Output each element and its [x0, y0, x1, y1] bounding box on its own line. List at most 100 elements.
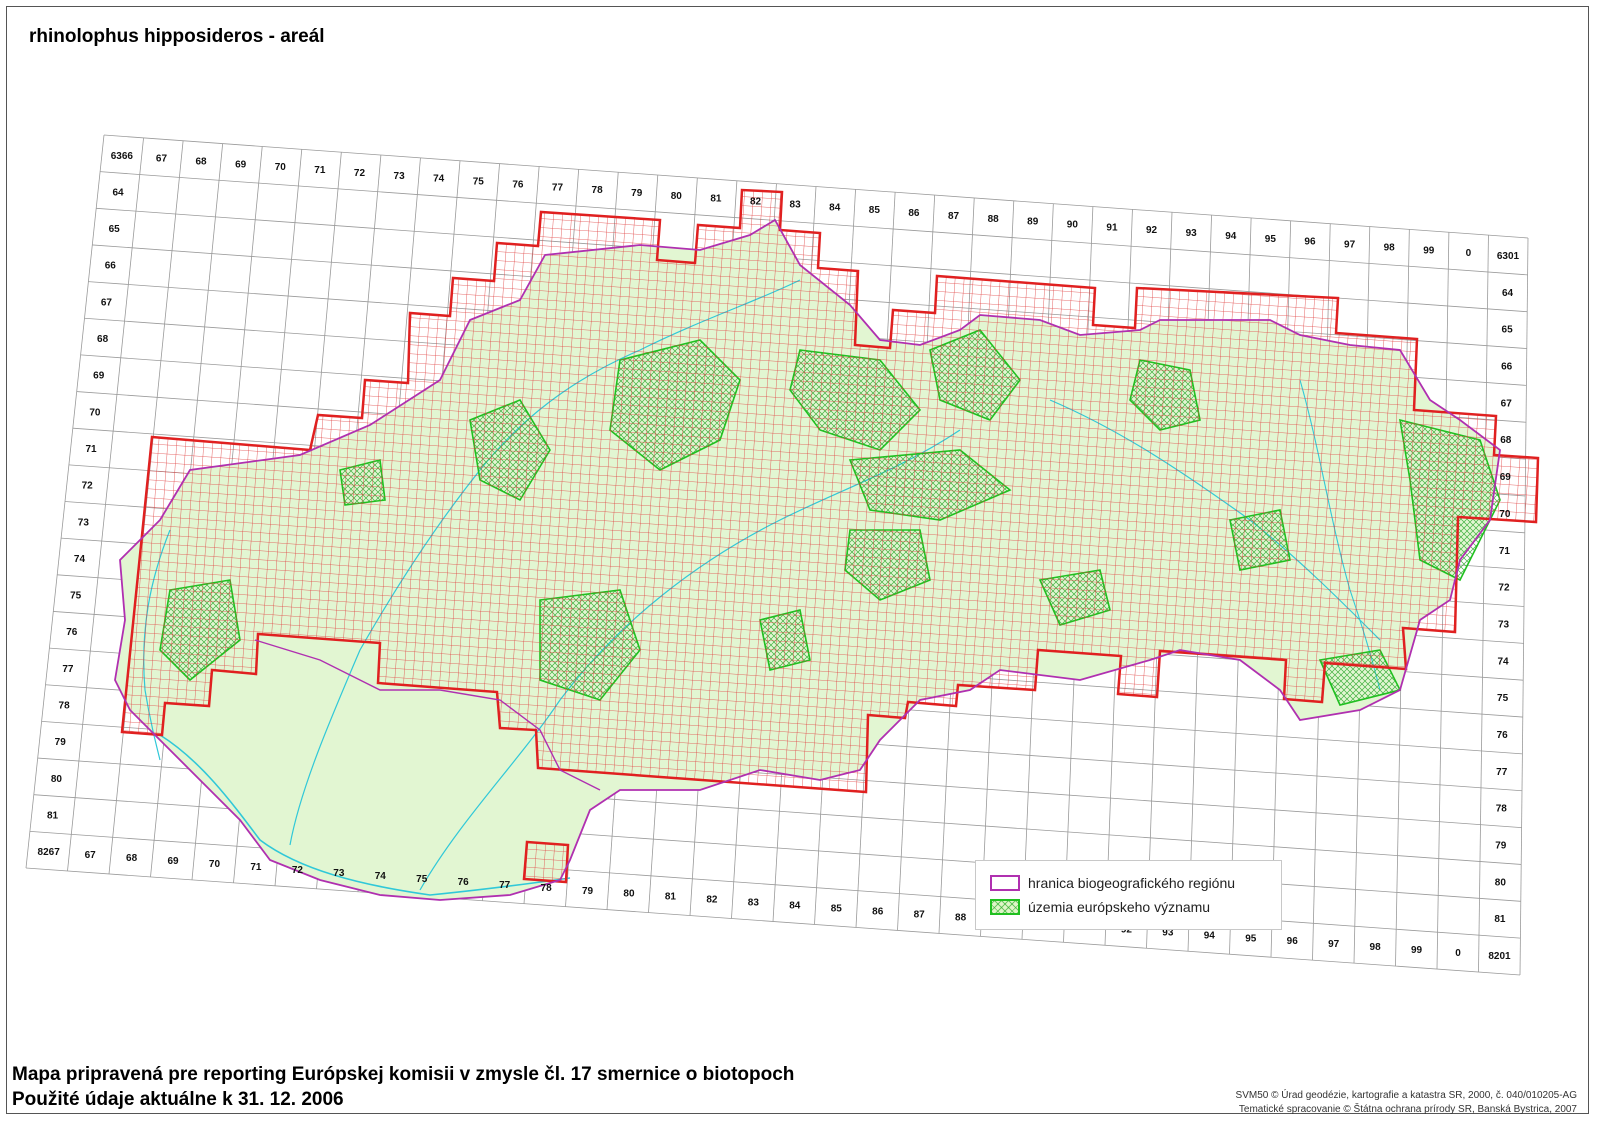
bottom-tick-label: 82	[706, 895, 718, 906]
credit-line-2: Tematické spracovanie © Štátna ochrana p…	[1238, 1104, 1577, 1115]
right-tick-label: 75	[1497, 693, 1509, 704]
top-tick-label: 67	[156, 154, 168, 165]
left-tick-label: 68	[97, 334, 109, 345]
bottom-tick-label: 96	[1287, 936, 1299, 947]
left-tick-label: 73	[78, 517, 90, 528]
top-tick-label: 80	[671, 191, 683, 202]
region-border-swatch	[990, 875, 1020, 891]
top-tick-label: 95	[1265, 234, 1277, 245]
bottom-tick-label: 85	[831, 904, 843, 915]
right-tick-label: 73	[1498, 619, 1510, 630]
left-tick-label: 76	[66, 627, 78, 638]
distribution-map: 6366 67 68 69 70 71 72 73 74 75 76 77 78 79 80 81 82 83 84…	[25, 134, 1540, 976]
legend-label-region: hranica biogeografického regiónu	[1028, 875, 1236, 891]
legend-item-region: hranica biogeografického regiónu	[990, 875, 1235, 891]
top-tick-label: 98	[1384, 242, 1396, 253]
bottom-tick-label: 84	[789, 901, 801, 912]
bottom-tick-label: 97	[1328, 939, 1340, 950]
bottom-tick-label: 79	[582, 886, 594, 897]
bottom-tick-label: 72	[292, 865, 304, 876]
bottom-tick-label: 67	[85, 850, 97, 861]
bottom-tick-label: 70	[209, 859, 221, 870]
right-tick-label: 70	[1499, 509, 1511, 520]
top-tick-label: 6366	[111, 151, 134, 162]
top-tick-label: 88	[988, 214, 1000, 225]
left-tick-label: 81	[47, 811, 59, 822]
right-tick-label: 78	[1496, 804, 1508, 815]
left-tick-label: 65	[109, 224, 121, 235]
top-tick-label: 84	[829, 202, 841, 213]
top-tick-label: 0	[1466, 248, 1472, 259]
left-tick-label: 70	[89, 407, 101, 418]
grid-row-line	[103, 134, 1529, 239]
top-tick-label: 78	[592, 185, 604, 196]
bottom-tick-label: 8201	[1488, 951, 1511, 962]
legend-label-sites: územia európskeho významu	[1028, 899, 1211, 915]
top-tick-label: 75	[473, 177, 485, 188]
top-tick-label: 90	[1067, 219, 1079, 230]
left-tick-label: 80	[51, 774, 63, 785]
right-tick-label: 80	[1495, 877, 1507, 888]
right-tick-label: 68	[1500, 435, 1512, 446]
top-tick-label: 86	[908, 208, 920, 219]
top-tick-label: 68	[195, 156, 207, 167]
top-tick-label: 99	[1423, 245, 1435, 256]
right-tick-label: 76	[1497, 730, 1509, 741]
footer-line-1: Mapa pripravená pre reporting Európskej …	[12, 1064, 795, 1085]
bottom-tick-label: 69	[167, 856, 179, 867]
left-tick-label: 79	[55, 737, 67, 748]
bottom-tick-label: 86	[872, 907, 884, 918]
top-tick-label: 70	[275, 162, 287, 173]
left-tick-label: 74	[74, 554, 86, 565]
bottom-tick-label: 83	[748, 898, 760, 909]
left-tick-label: 71	[85, 444, 97, 455]
left-tick-label: 69	[93, 371, 105, 382]
top-tick-label: 79	[631, 188, 643, 199]
right-tick-label: 64	[1502, 288, 1514, 299]
right-tick-label: 67	[1501, 398, 1513, 409]
bottom-tick-label: 74	[375, 871, 387, 882]
bottom-tick-label: 94	[1204, 930, 1216, 941]
left-tick-label: 64	[112, 187, 124, 198]
left-tick-label: 66	[105, 261, 117, 272]
top-tick-label: 82	[750, 197, 762, 208]
left-tick-label: 78	[59, 701, 71, 712]
top-tick-label: 91	[1106, 222, 1118, 233]
right-tick-label: 65	[1502, 325, 1514, 336]
footer-line-2: Použité údaje aktuálne k 31. 12. 2006	[12, 1089, 344, 1110]
top-tick-label: 81	[710, 194, 722, 205]
bottom-tick-label: 99	[1411, 945, 1423, 956]
sites-swatch	[990, 899, 1020, 915]
top-tick-label: 85	[869, 205, 881, 216]
left-tick-label: 75	[70, 591, 82, 602]
bottom-tick-label: 8267	[38, 847, 61, 858]
right-tick-label: 81	[1494, 914, 1506, 925]
bottom-tick-label: 87	[914, 910, 926, 921]
right-tick-label: 66	[1501, 362, 1513, 373]
right-tick-label: 74	[1498, 656, 1510, 667]
left-tick-label: 77	[62, 664, 74, 675]
top-tick-label: 72	[354, 168, 366, 179]
top-tick-label: 69	[235, 159, 247, 170]
bottom-tick-label: 88	[955, 912, 967, 923]
top-tick-label: 74	[433, 174, 445, 185]
right-tick-label: 69	[1500, 472, 1512, 483]
bottom-tick-label: 81	[665, 892, 677, 903]
top-tick-label: 96	[1304, 237, 1316, 248]
grid-row-line	[25, 867, 1521, 976]
top-tick-label: 87	[948, 211, 960, 222]
right-tick-label: 79	[1495, 841, 1507, 852]
bottom-tick-label: 80	[623, 889, 635, 900]
credit-line-1: SVM50 © Úrad geodézie, kartografie a kat…	[1235, 1090, 1577, 1101]
top-tick-label: 83	[790, 199, 802, 210]
bottom-tick-label: 73	[333, 868, 345, 879]
bottom-tick-label: 76	[458, 877, 470, 888]
top-tick-label: 6301	[1497, 251, 1520, 262]
top-tick-label: 92	[1146, 225, 1158, 236]
top-tick-label: 77	[552, 182, 564, 193]
grid-row-line	[29, 830, 1521, 939]
top-tick-label: 94	[1225, 231, 1237, 242]
bottom-tick-label: 71	[250, 862, 262, 873]
bottom-tick-label: 78	[541, 883, 553, 894]
bottom-tick-label: 95	[1245, 933, 1257, 944]
